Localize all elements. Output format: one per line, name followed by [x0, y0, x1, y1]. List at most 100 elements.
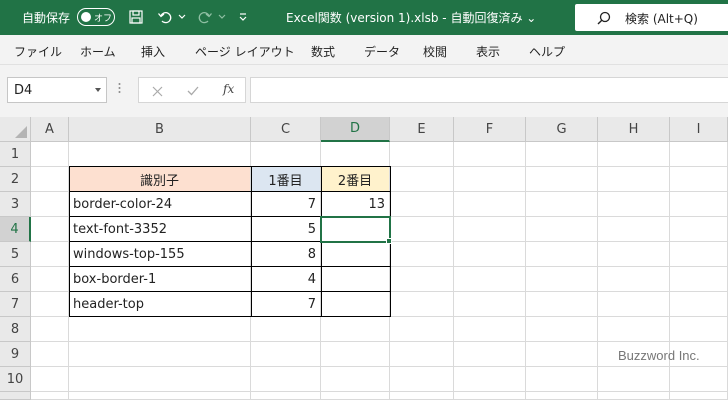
- undo-dropdown-icon[interactable]: [176, 6, 188, 28]
- grid-cell[interactable]: [526, 242, 598, 267]
- grid-cell[interactable]: [31, 292, 69, 317]
- select-all-button[interactable]: [0, 117, 31, 142]
- redo-dropdown-icon[interactable]: [216, 6, 228, 28]
- grid-cell[interactable]: [31, 267, 69, 292]
- grid-cell[interactable]: [526, 167, 598, 192]
- grid-cell[interactable]: [598, 317, 670, 342]
- cell-b2-header[interactable]: 識別子: [69, 167, 251, 192]
- tab-page-layout[interactable]: ページ レイアウト: [195, 43, 295, 60]
- grid-cell[interactable]: [598, 192, 670, 217]
- grid-cell[interactable]: [390, 217, 454, 242]
- column-header-c[interactable]: C: [251, 117, 321, 142]
- cell-c7[interactable]: 7: [251, 292, 321, 317]
- cell-c5[interactable]: 8: [251, 242, 321, 267]
- grid-cell[interactable]: [251, 142, 321, 167]
- tab-formulas[interactable]: 数式: [311, 43, 335, 60]
- grid-cell[interactable]: [454, 242, 526, 267]
- grid-cell[interactable]: [598, 242, 670, 267]
- grid-cell[interactable]: [390, 342, 454, 367]
- cell-b7[interactable]: header-top: [69, 292, 251, 317]
- grid-cell[interactable]: [454, 367, 526, 392]
- grid-cell[interactable]: [390, 142, 454, 167]
- tab-review[interactable]: 校閲: [423, 43, 447, 60]
- cell-b4[interactable]: text-font-3352: [69, 217, 251, 242]
- grid-cell[interactable]: [31, 167, 69, 192]
- grid-cell[interactable]: [69, 317, 251, 342]
- row-header-7[interactable]: 7: [0, 292, 31, 317]
- column-header-b[interactable]: B: [69, 117, 251, 142]
- grid-cell[interactable]: [31, 217, 69, 242]
- grid-cell[interactable]: [31, 367, 69, 392]
- grid-cell[interactable]: [454, 167, 526, 192]
- column-header-d[interactable]: D: [321, 117, 390, 142]
- cell-d4[interactable]: [321, 217, 390, 242]
- cell-b3[interactable]: border-color-24: [69, 192, 251, 217]
- grid-cell[interactable]: [69, 392, 251, 400]
- grid-cell[interactable]: [670, 267, 728, 292]
- customize-quick-access-icon[interactable]: [232, 6, 254, 28]
- document-title[interactable]: Excel関数 (version 1).xlsb - 自動回復済み ⌄: [286, 9, 536, 26]
- grid-cell[interactable]: [390, 317, 454, 342]
- grid-cell[interactable]: [69, 342, 251, 367]
- tab-file[interactable]: ファイル: [14, 43, 62, 60]
- grid-cell[interactable]: [526, 217, 598, 242]
- column-header-a[interactable]: A: [31, 117, 69, 142]
- tab-home[interactable]: ホーム: [80, 43, 116, 60]
- chevron-down-icon[interactable]: [95, 88, 101, 92]
- grid-cell[interactable]: [454, 292, 526, 317]
- cell-d3[interactable]: 13: [321, 192, 390, 217]
- grid-cell[interactable]: [670, 242, 728, 267]
- grid-cell[interactable]: [526, 392, 598, 400]
- grid-cell[interactable]: [69, 142, 251, 167]
- cell-d7[interactable]: [321, 292, 390, 317]
- grid-cell[interactable]: [251, 392, 321, 400]
- row-header-11[interactable]: [0, 392, 31, 400]
- grid-cell[interactable]: [321, 317, 390, 342]
- grid-cell[interactable]: [526, 342, 598, 367]
- tab-insert[interactable]: 挿入: [141, 43, 165, 60]
- grid-cell[interactable]: [670, 217, 728, 242]
- grid-cell[interactable]: [31, 242, 69, 267]
- cell-d6[interactable]: [321, 267, 390, 292]
- grid-cell[interactable]: [390, 267, 454, 292]
- search-box[interactable]: 検索 (Alt+Q): [575, 4, 728, 31]
- cell-c4[interactable]: 5: [251, 217, 321, 242]
- grid-cell[interactable]: [321, 142, 390, 167]
- grid-cell[interactable]: [670, 167, 728, 192]
- enter-check-icon[interactable]: [184, 82, 202, 100]
- cell-c6[interactable]: 4: [251, 267, 321, 292]
- cell-d2-header[interactable]: 2番目: [321, 167, 390, 192]
- grid-cell[interactable]: [670, 142, 728, 167]
- name-box[interactable]: D4: [7, 77, 107, 103]
- insert-function-icon[interactable]: fx: [223, 82, 234, 96]
- grid-cell[interactable]: [321, 342, 390, 367]
- grid-cell[interactable]: [31, 192, 69, 217]
- grid-cell[interactable]: [390, 392, 454, 400]
- cell-b5[interactable]: windows-top-155: [69, 242, 251, 267]
- column-header-h[interactable]: H: [598, 117, 670, 142]
- grid-cell[interactable]: [526, 292, 598, 317]
- grid-cell[interactable]: [454, 317, 526, 342]
- grid-cell[interactable]: [321, 367, 390, 392]
- grid-cell[interactable]: [670, 367, 728, 392]
- row-header-5[interactable]: 5: [0, 242, 31, 267]
- grid-cell[interactable]: [454, 392, 526, 400]
- grid-cell[interactable]: [390, 292, 454, 317]
- row-header-2[interactable]: 2: [0, 167, 31, 192]
- grid-cell[interactable]: [454, 142, 526, 167]
- grid-cell[interactable]: [31, 342, 69, 367]
- grid-cell[interactable]: [526, 267, 598, 292]
- grid-cell[interactable]: [454, 217, 526, 242]
- grid-cell[interactable]: [598, 267, 670, 292]
- redo-icon[interactable]: [194, 6, 216, 28]
- tab-view[interactable]: 表示: [476, 43, 500, 60]
- grid-cell[interactable]: [598, 217, 670, 242]
- cell-b6[interactable]: box-border-1: [69, 267, 251, 292]
- grid-cell[interactable]: [390, 167, 454, 192]
- grid-cell[interactable]: [526, 192, 598, 217]
- cell-c2-header[interactable]: 1番目: [251, 167, 321, 192]
- tab-data[interactable]: データ: [364, 43, 400, 60]
- row-header-8[interactable]: 8: [0, 317, 31, 342]
- row-header-3[interactable]: 3: [0, 192, 31, 217]
- undo-icon[interactable]: [154, 6, 176, 28]
